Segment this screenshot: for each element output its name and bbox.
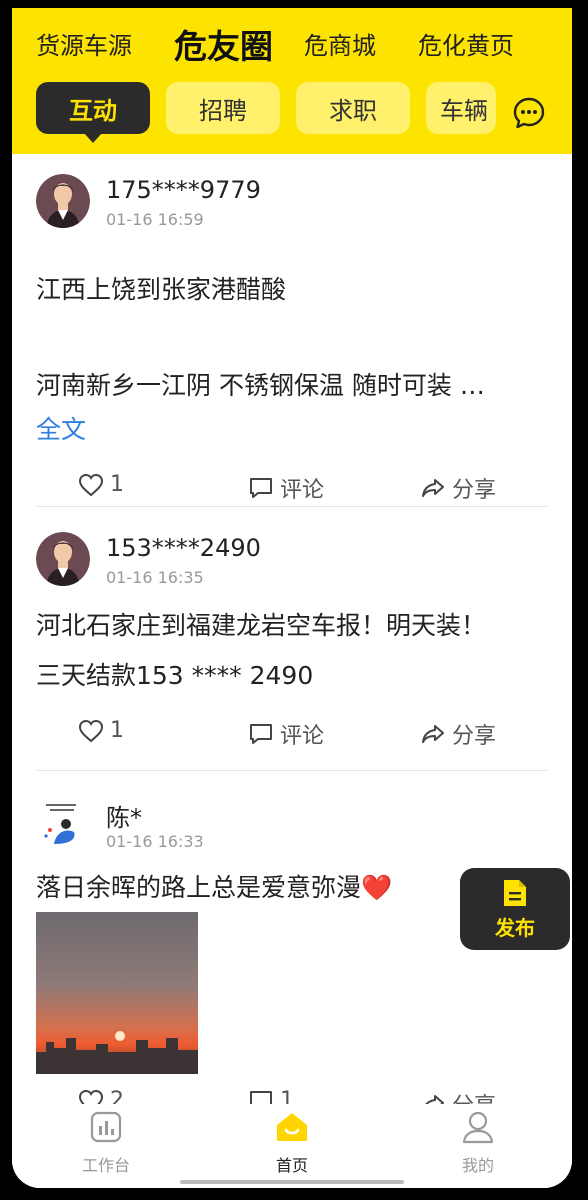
subtab-recruit[interactable]: 招聘 <box>166 82 280 134</box>
like-button[interactable]: 1 <box>78 472 124 497</box>
comment-button[interactable]: 评论 <box>248 718 324 750</box>
post-text-line: 河南新乡一江阴 不锈钢保温 随时可装 … <box>36 371 485 400</box>
username[interactable]: 陈* <box>106 798 142 833</box>
like-count: 2 <box>110 1088 124 1104</box>
main-tab-bar: 货源车源 危友圈 危商城 危化黄页 <box>12 26 572 89</box>
publish-label: 发布 <box>495 915 535 940</box>
home-icon <box>277 1113 307 1141</box>
share-button[interactable]: 分享 <box>420 472 496 504</box>
comment-button[interactable]: 1 <box>248 1088 294 1104</box>
like-count: 1 <box>110 472 124 497</box>
like-button[interactable]: 1 <box>78 718 124 743</box>
avatar[interactable] <box>36 532 90 586</box>
post-divider <box>36 506 548 507</box>
avatar[interactable] <box>36 796 90 850</box>
comment-icon <box>250 1090 272 1104</box>
expand-full-text-link[interactable]: 全文 <box>36 410 86 446</box>
comment-label: 评论 <box>280 478 325 503</box>
post-text-line: 江西上饶到张家港醋酸 <box>36 275 287 304</box>
tab-yellow-pages[interactable]: 危化黄页 <box>418 26 514 61</box>
comment-icon <box>250 478 272 498</box>
post-feed[interactable]: 175****9779 01-16 16:59 江西上饶到张家港醋酸 河南新乡一… <box>12 154 572 1104</box>
share-label: 分享 <box>452 1088 496 1104</box>
tab-danger-mall[interactable]: 危商城 <box>304 26 376 61</box>
user-icon <box>462 1111 494 1144</box>
post-item[interactable]: 153****2490 01-16 16:35 河北石家庄到福建龙岩空车报！明天… <box>36 532 548 772</box>
home-indicator <box>180 1180 404 1184</box>
post-time: 01-16 16:59 <box>106 210 204 229</box>
post-item[interactable]: 175****9779 01-16 16:59 江西上饶到张家港醋酸 河南新乡一… <box>36 174 548 503</box>
share-button[interactable]: 分享 <box>420 1088 496 1104</box>
username[interactable]: 153****2490 <box>106 534 261 562</box>
share-button[interactable]: 分享 <box>420 718 496 750</box>
post-text-line: 落日余晖的路上总是爱意弥漫❤️ <box>36 873 393 902</box>
document-icon <box>504 879 526 906</box>
nav-item-profile[interactable]: 我的 <box>418 1110 538 1176</box>
post-time: 01-16 16:33 <box>106 832 204 851</box>
nav-label: 我的 <box>461 1156 494 1175</box>
avatar[interactable] <box>36 174 90 228</box>
message-icon[interactable] <box>512 96 546 130</box>
post-actions: 2 1 分享 <box>36 1088 548 1104</box>
comment-label: 评论 <box>280 724 325 749</box>
subtab-vehicles[interactable]: 车辆 <box>426 82 496 134</box>
post-time: 01-16 16:35 <box>106 568 204 587</box>
like-count: 1 <box>110 718 124 743</box>
share-icon <box>422 725 444 743</box>
post-photo[interactable] <box>36 912 198 1074</box>
tab-cargo-vehicles[interactable]: 货源车源 <box>36 26 132 61</box>
app-screen: 货源车源 危友圈 危商城 危化黄页 互动 招聘 求职 车辆 175****977… <box>12 8 572 1188</box>
publish-button[interactable]: 发布 <box>460 868 570 950</box>
post-divider <box>36 770 548 771</box>
post-actions: 1 评论 分享 <box>36 718 548 758</box>
subtab-job-seek[interactable]: 求职 <box>296 82 410 134</box>
nav-item-workbench[interactable]: 工作台 <box>46 1110 166 1176</box>
nav-label: 首页 <box>275 1156 308 1175</box>
share-label: 分享 <box>452 724 497 749</box>
heart-icon <box>78 719 104 742</box>
share-label: 分享 <box>452 478 497 503</box>
tab-danger-friends[interactable]: 危友圈 <box>174 20 273 68</box>
sub-tab-bar: 互动 招聘 求职 车辆 <box>12 82 572 143</box>
comment-button[interactable]: 评论 <box>248 472 324 504</box>
comment-count: 1 <box>280 1088 294 1104</box>
top-header: 货源车源 危友圈 危商城 危化黄页 互动 招聘 求职 车辆 <box>12 8 572 154</box>
share-icon <box>422 479 444 497</box>
bar-chart-icon <box>90 1111 122 1143</box>
share-icon <box>425 1095 444 1104</box>
heart-icon <box>78 1089 104 1104</box>
bottom-nav-bar: 工作台 首页 我的 <box>12 1104 572 1188</box>
post-text-line: 河北石家庄到福建龙岩空车报！明天装！ <box>36 611 487 640</box>
comment-icon <box>250 724 272 744</box>
post-text-line: 三天结款153 **** 2490 <box>36 661 314 690</box>
nav-label: 工作台 <box>81 1156 130 1175</box>
sunset-photo <box>36 912 198 1074</box>
nav-item-home[interactable]: 首页 <box>232 1110 352 1176</box>
username[interactable]: 175****9779 <box>106 176 261 204</box>
like-button[interactable]: 2 <box>78 1088 124 1104</box>
heart-icon <box>78 473 104 496</box>
post-item[interactable]: 陈* 01-16 16:33 落日余晖的路上总是爱意弥漫❤️ 2 1 <box>36 796 548 1104</box>
subtab-interaction[interactable]: 互动 <box>36 82 150 143</box>
